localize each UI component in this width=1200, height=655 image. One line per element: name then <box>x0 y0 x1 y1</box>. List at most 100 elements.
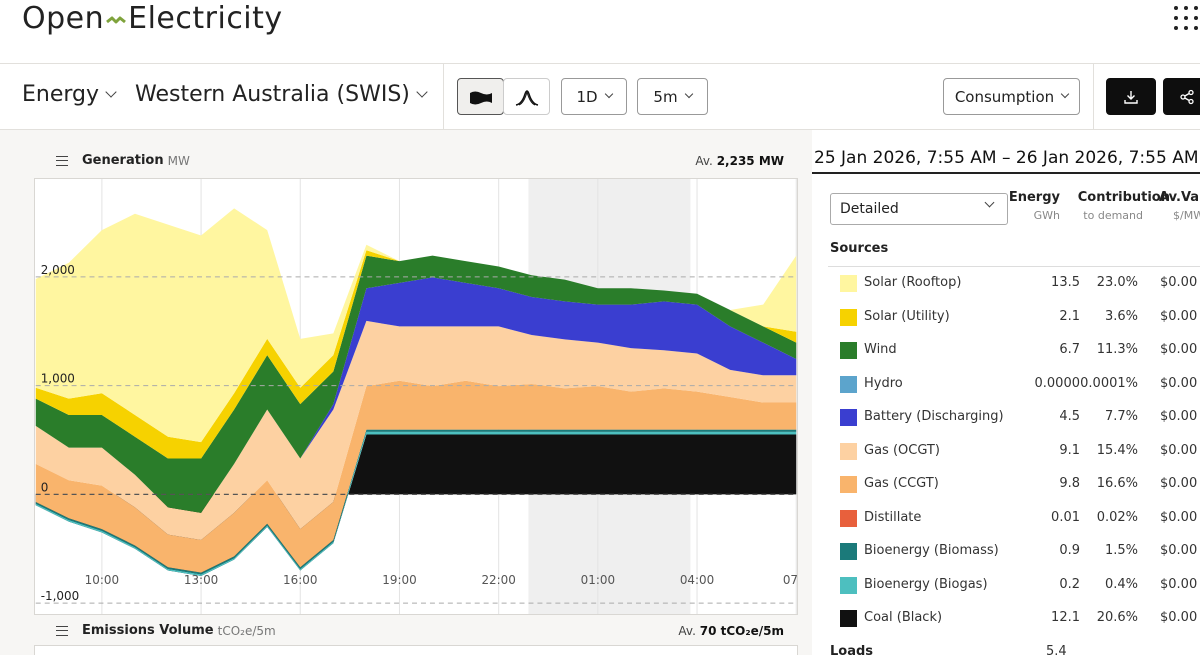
average-value-cell: $0.00 <box>1160 275 1198 290</box>
average-value-cell: $0.00 <box>1160 543 1198 558</box>
table-row[interactable]: Solar (Utility) 2.1 3.6% $0.00 <box>828 301 1200 335</box>
energy-column-header[interactable]: Energy <box>1009 190 1060 205</box>
contribution-value: 11.3% <box>1096 342 1138 357</box>
x-tick-label: 01:00 <box>581 573 615 587</box>
table-row[interactable]: Distillate 0.01 0.02% $0.00 <box>828 502 1200 536</box>
chart-menu-icon[interactable] <box>56 625 68 636</box>
contribution-column-unit: to demand <box>1083 209 1143 222</box>
color-swatch <box>840 576 857 594</box>
divider <box>812 172 1200 174</box>
open-electricity-logo[interactable]: Open Electricity <box>22 0 283 38</box>
logo-wave-icon <box>106 16 127 23</box>
chevron-down-icon <box>604 89 613 99</box>
contribution-column-header[interactable]: Contribution <box>1078 190 1170 205</box>
emissions-chart-header: Emissions Volume tCO₂e/5m Av. 70 tCO₂e/5… <box>56 623 784 638</box>
x-tick-label: 10:00 <box>85 573 119 587</box>
source-name: Bioenergy (Biomass) <box>864 543 999 558</box>
energy-value: 4.5 <box>1059 409 1080 424</box>
color-swatch <box>840 308 857 326</box>
value-column-unit: $/MW <box>1173 209 1200 222</box>
table-row[interactable]: Bioenergy (Biogas) 0.2 0.4% $0.00 <box>828 569 1200 603</box>
energy-value: 13.5 <box>1051 275 1080 290</box>
average-label: Av. <box>678 623 696 638</box>
color-swatch <box>840 375 857 393</box>
download-icon <box>1124 90 1138 104</box>
generation-chart[interactable]: 2,000 1,000 0 -1,000 10:00 13:00 16:00 19:00 22:… <box>34 178 798 615</box>
chart-average: Av. 2,235 MW <box>695 154 784 168</box>
chevron-down-icon <box>684 89 693 99</box>
chevron-down-icon <box>105 86 117 98</box>
detail-select[interactable]: Detailed <box>830 193 1008 225</box>
table-row[interactable]: Coal (Black) 12.1 20.6% $0.00 <box>828 602 1200 636</box>
average-value-cell: $0.00 <box>1160 610 1198 625</box>
table-row[interactable]: Battery (Discharging) 4.5 7.7% $0.00 <box>828 401 1200 435</box>
summary-panel: 25 Jan 2026, 7:55 AM – 26 Jan 2026, 7:55… <box>812 130 1200 655</box>
source-name: Wind <box>864 342 897 357</box>
menu-grid-icon[interactable] <box>1170 4 1200 34</box>
x-tick-label: 19:00 <box>382 573 416 587</box>
source-name: Bioenergy (Biogas) <box>864 576 988 592</box>
divider <box>1093 64 1094 130</box>
sources-label: Sources <box>830 241 889 256</box>
metric-select[interactable]: Energy <box>22 82 117 107</box>
x-tick-label: 16:00 <box>283 573 317 587</box>
logo-text-right: Electricity <box>128 1 283 36</box>
table-row[interactable]: Solar (Rooftop) 13.5 23.0% $0.00 <box>828 267 1200 301</box>
color-swatch <box>840 543 857 560</box>
source-name: Hydro <box>864 375 903 391</box>
interval-select[interactable]: 5m <box>637 78 708 115</box>
range-label: 1D <box>576 87 598 106</box>
energy-value: 6.7 <box>1059 342 1080 357</box>
energy-value: 0.9 <box>1059 543 1080 558</box>
contribution-value: 23.0% <box>1096 275 1138 290</box>
contribution-value: 0.4% <box>1104 576 1138 592</box>
table-row[interactable]: Wind 6.7 11.3% $0.00 <box>828 334 1200 368</box>
range-select[interactable]: 1D <box>561 78 627 115</box>
x-tick-label: 22:00 <box>481 573 515 587</box>
average-value-cell: $0.00 <box>1160 442 1198 458</box>
region-select[interactable]: Western Australia (SWIS) <box>135 82 428 107</box>
table-row[interactable]: Hydro 0.0000 0.0001% $0.00 <box>828 368 1200 402</box>
energy-value: 12.1 <box>1051 610 1080 625</box>
detail-select-label: Detailed <box>840 201 899 217</box>
divider <box>443 64 444 130</box>
color-swatch <box>840 342 857 359</box>
download-button[interactable] <box>1106 78 1156 115</box>
chart-panel: Generation MW Av. 2,235 MW 2,000 1,000 0 -1… <box>0 130 812 655</box>
share-icon <box>1180 89 1194 104</box>
source-name: Distillate <box>864 509 922 525</box>
x-tick-label: 07:0 <box>783 573 798 587</box>
view-select[interactable]: Consumption <box>943 78 1080 115</box>
chart-menu-icon[interactable] <box>56 155 68 166</box>
source-name: Gas (CCGT) <box>864 476 939 491</box>
share-button[interactable] <box>1163 78 1200 115</box>
interval-label: 5m <box>653 87 678 106</box>
table-row[interactable]: Gas (CCGT) 9.8 16.6% $0.00 <box>828 468 1200 502</box>
table-row[interactable]: Bioenergy (Biomass) 0.9 1.5% $0.00 <box>828 535 1200 569</box>
value-column-header[interactable]: Av.Valu <box>1159 190 1200 205</box>
average-value-cell: $0.00 <box>1160 409 1198 424</box>
energy-value: 0.01 <box>1051 509 1080 525</box>
source-name: Solar (Rooftop) <box>864 275 962 290</box>
contribution-value: 7.7% <box>1104 409 1138 424</box>
contribution-value: 3.6% <box>1104 308 1138 324</box>
chevron-down-icon <box>1060 89 1070 99</box>
area-chart-toggle[interactable] <box>457 78 504 115</box>
view-label: Consumption <box>954 87 1055 106</box>
line-chart-toggle[interactable] <box>503 78 550 115</box>
energy-column-unit: GWh <box>1033 209 1060 222</box>
emissions-average: Av. 70 tCO₂e/5m <box>678 624 784 638</box>
x-tick-label: 13:00 <box>184 573 218 587</box>
loads-value: 5.4 <box>1046 644 1067 655</box>
y-tick-label: 2,000 <box>41 263 75 277</box>
top-bar: Open Electricity <box>0 0 1200 64</box>
emissions-average-value: 70 tCO₂e/5m <box>699 623 784 638</box>
date-range: 25 Jan 2026, 7:55 AM – 26 Jan 2026, 7:55… <box>814 148 1200 168</box>
emissions-unit: tCO₂e/5m <box>217 623 276 638</box>
average-label: Av. <box>695 153 713 168</box>
color-swatch <box>840 409 857 426</box>
table-row[interactable]: Gas (OCGT) 9.1 15.4% $0.00 <box>828 435 1200 469</box>
emissions-chart[interactable] <box>34 645 798 655</box>
contribution-value: 16.6% <box>1096 476 1138 491</box>
toolbar: Energy Western Australia (SWIS) 1D 5m Co… <box>0 64 1200 130</box>
